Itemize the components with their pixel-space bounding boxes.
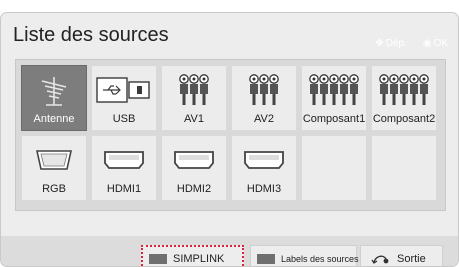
- source-tile-label: AV2: [254, 113, 274, 125]
- rca-3-icon: [162, 73, 226, 107]
- source-labels-button[interactable]: Labels des sources: [250, 245, 359, 266]
- source-tile-empty: [371, 135, 437, 201]
- simplink-button[interactable]: SIMPLINK: [141, 245, 244, 266]
- rca-5-icon: [302, 73, 366, 107]
- source-tile-composant2[interactable]: Composant2: [371, 65, 437, 131]
- top-strip: [0, 0, 459, 12]
- source-tile-label: HDMI3: [246, 183, 282, 195]
- exit-label: Sortie: [397, 253, 426, 265]
- green-key-icon: [257, 254, 275, 264]
- hdmi-icon: [92, 143, 156, 177]
- source-tile-hdmi3[interactable]: HDMI3: [231, 135, 297, 201]
- simplink-label: SIMPLINK: [173, 253, 225, 265]
- source-tile-label: USB: [112, 113, 136, 125]
- footer-bar: SIMPLINK Labels des sources Sortie: [1, 236, 458, 266]
- ok-button-icon: ◉: [422, 38, 432, 49]
- dpad-icon: ✥: [375, 38, 384, 49]
- source-tile-hdmi1[interactable]: HDMI1: [91, 135, 157, 201]
- hdmi-icon: [232, 143, 296, 177]
- source-tile-empty: [301, 135, 367, 201]
- source-tile-label: HDMI1: [106, 183, 142, 195]
- source-tile-label: HDMI2: [176, 183, 212, 195]
- red-key-icon: [149, 254, 167, 264]
- exit-button[interactable]: Sortie: [360, 245, 443, 266]
- usb-icon: [92, 73, 156, 107]
- back-icon: [371, 253, 389, 265]
- vga-icon: [22, 143, 86, 177]
- source-tile-label: AV1: [184, 113, 204, 125]
- source-tile-label: RGB: [42, 183, 66, 195]
- source-list-panel: Liste des sources ✥ Dép. ◉ OK Antenne USB…: [0, 12, 459, 267]
- rca-3-icon: [232, 73, 296, 107]
- ok-hint: ◉ OK: [423, 38, 448, 49]
- antenna-icon: [22, 73, 86, 107]
- source-tile-rgb[interactable]: RGB: [21, 135, 87, 201]
- source-labels-label: Labels des sources: [281, 254, 359, 264]
- rca-5-icon: [372, 73, 436, 107]
- source-tile-antenne[interactable]: Antenne: [21, 65, 87, 131]
- key-hints: ✥ Dép. ◉ OK: [375, 38, 448, 49]
- source-tile-composant1[interactable]: Composant1: [301, 65, 367, 131]
- source-tile-av1[interactable]: AV1: [161, 65, 227, 131]
- source-tile-hdmi2[interactable]: HDMI2: [161, 135, 227, 201]
- page-title: Liste des sources: [13, 24, 169, 46]
- source-grid: Antenne USB AV1 AV2 Composant1 Composant2 RGB H…: [15, 59, 446, 211]
- source-tile-usb[interactable]: USB: [91, 65, 157, 131]
- move-hint-label: Dép.: [385, 38, 407, 49]
- source-tile-label: Composant2: [372, 113, 436, 125]
- hdmi-icon: [162, 143, 226, 177]
- source-tile-label: Antenne: [33, 113, 75, 125]
- ok-hint-label: OK: [433, 38, 448, 49]
- source-tile-label: Composant1: [302, 113, 366, 125]
- source-tile-av2[interactable]: AV2: [231, 65, 297, 131]
- move-hint: ✥ Dép.: [375, 38, 407, 49]
